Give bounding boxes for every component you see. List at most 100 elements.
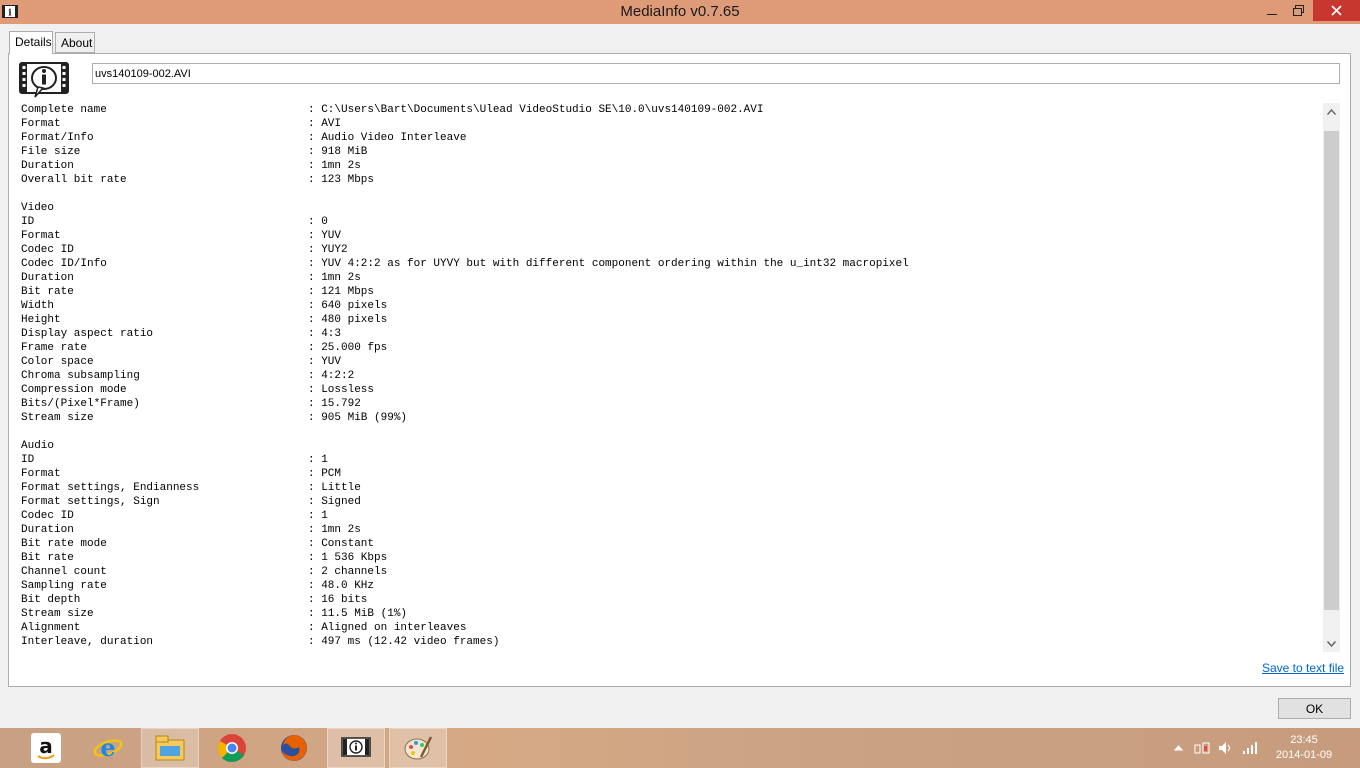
info-row: Video xyxy=(21,201,1321,215)
info-row: Complete name: C:\Users\Bart\Documents\U… xyxy=(21,103,1321,117)
info-value: : PCM xyxy=(308,468,342,480)
info-key: Format settings, Endianness xyxy=(21,482,200,494)
info-value: : Signed xyxy=(308,496,361,508)
info-value: : 4:3 xyxy=(308,328,342,340)
vertical-scrollbar[interactable] xyxy=(1323,103,1340,652)
network-tray-icon[interactable] xyxy=(1192,728,1212,768)
info-value: : 1 536 Kbps xyxy=(308,552,388,564)
info-row: Format settings, Sign : Signed xyxy=(21,495,1321,509)
restore-icon xyxy=(1292,5,1304,16)
info-key: Codec ID xyxy=(21,510,74,522)
scroll-thumb[interactable] xyxy=(1324,131,1339,610)
info-row: Codec ID/Info: YUV 4:2:2 as for UYVY but… xyxy=(21,257,1321,271)
info-key: Bit rate mode xyxy=(21,538,107,550)
info-key: Color space xyxy=(21,356,94,368)
chevron-up-icon xyxy=(1173,745,1183,751)
show-hidden-icons-button[interactable] xyxy=(1171,728,1185,768)
internet-explorer-icon[interactable]: e xyxy=(79,728,137,768)
info-row: Duration: 1mn 2s xyxy=(21,523,1321,537)
info-key: Format/Info xyxy=(21,132,94,144)
info-value: : 123 Mbps xyxy=(308,174,375,186)
info-row: Bit rate: 121 Mbps xyxy=(21,285,1321,299)
info-value: : AVI xyxy=(308,118,342,130)
info-key: Compression mode xyxy=(21,384,127,396)
info-key: Duration xyxy=(21,160,74,172)
info-value: : 0 xyxy=(308,216,328,228)
close-button[interactable] xyxy=(1313,0,1360,21)
info-value: : 121 Mbps xyxy=(308,286,375,298)
info-row: Format : AVI xyxy=(21,117,1321,131)
info-value: : 1 xyxy=(308,510,328,522)
info-row: Chroma subsampling: 4:2:2 xyxy=(21,369,1321,383)
info-key: Format xyxy=(21,468,61,480)
info-key: Format settings, Sign xyxy=(21,496,160,508)
amazon-icon[interactable]: a xyxy=(17,728,75,768)
info-row: Channel count: 2 channels xyxy=(21,565,1321,579)
info-row: Color space: YUV xyxy=(21,355,1321,369)
info-row: Bit rate mode: Constant xyxy=(21,537,1321,551)
chrome-icon[interactable] xyxy=(203,728,261,768)
info-row: Format settings, Endianness: Little xyxy=(21,481,1321,495)
title-bar: i MediaInfo v0.7.65 xyxy=(0,0,1360,24)
chevron-down-icon xyxy=(1327,640,1336,647)
info-row: Bits/(Pixel*Frame): 15.792 xyxy=(21,397,1321,411)
volume-icon[interactable] xyxy=(1216,728,1236,768)
info-row xyxy=(21,425,1321,439)
info-row: Width: 640 pixels xyxy=(21,299,1321,313)
taskbar-clock[interactable]: 23:45 2014-01-09 xyxy=(1262,733,1346,763)
paint-icon[interactable] xyxy=(389,728,447,768)
info-row: Duration : 1mn 2s xyxy=(21,159,1321,173)
restore-button[interactable] xyxy=(1285,0,1311,21)
info-value: : 497 ms (12.42 video frames) xyxy=(308,636,500,648)
info-value: : 640 pixels xyxy=(308,300,388,312)
info-value: : 480 pixels xyxy=(308,314,388,326)
scroll-down-button[interactable] xyxy=(1323,635,1340,652)
info-row: Frame rate: 25.000 fps xyxy=(21,341,1321,355)
ok-button[interactable]: OK xyxy=(1278,698,1351,719)
close-icon xyxy=(1331,5,1342,16)
mediainfo-icon[interactable] xyxy=(327,728,385,768)
tab-details[interactable]: Details xyxy=(9,31,53,54)
info-key: ID xyxy=(21,216,35,228)
minimize-icon xyxy=(1267,13,1277,15)
info-key: Complete name xyxy=(21,104,107,116)
info-row: Format : PCM xyxy=(21,467,1321,481)
info-key: Stream size xyxy=(21,412,94,424)
info-key: Interleave, duration xyxy=(21,636,154,648)
info-value: : 1 xyxy=(308,454,328,466)
tab-about[interactable]: About xyxy=(55,32,95,53)
info-row: Audio xyxy=(21,439,1321,453)
info-value: : 16 bits xyxy=(308,594,368,606)
info-row: Format/Info : Audio Video Interleave xyxy=(21,131,1321,145)
file-explorer-icon[interactable] xyxy=(141,728,199,768)
mediainfo-logo-icon xyxy=(19,62,69,98)
info-key: Audio xyxy=(21,440,55,452)
file-path-input[interactable] xyxy=(92,63,1340,84)
info-row: Display aspect ratio : 4:3 xyxy=(21,327,1321,341)
info-key: Bits/(Pixel*Frame) xyxy=(21,398,140,410)
info-value: : 905 MiB (99%) xyxy=(308,412,408,424)
svg-text:a: a xyxy=(39,734,53,758)
minimize-button[interactable] xyxy=(1258,0,1286,21)
scroll-up-button[interactable] xyxy=(1323,103,1340,120)
save-to-text-file-link[interactable]: Save to text file xyxy=(1262,661,1344,675)
info-value: : 1mn 2s xyxy=(308,160,361,172)
info-key: Format xyxy=(21,118,61,130)
info-row: Overall bit rate: 123 Mbps xyxy=(21,173,1321,187)
signal-strength-icon[interactable] xyxy=(1240,728,1260,768)
info-value: : 1mn 2s xyxy=(308,272,361,284)
info-row: Alignment : Aligned on interleaves xyxy=(21,621,1321,635)
info-value: : 918 MiB xyxy=(308,146,368,158)
info-value: : YUY2 xyxy=(308,244,348,256)
info-key: Sampling rate xyxy=(21,580,107,592)
info-key: Height xyxy=(21,314,61,326)
info-row: Codec ID : 1 xyxy=(21,509,1321,523)
info-value: : 1mn 2s xyxy=(308,524,361,536)
info-value: : Audio Video Interleave xyxy=(308,132,467,144)
info-key: Display aspect ratio xyxy=(21,328,154,340)
firefox-icon[interactable] xyxy=(265,728,323,768)
info-value: : Aligned on interleaves xyxy=(308,622,467,634)
info-key: Alignment xyxy=(21,622,81,634)
info-row: Height : 480 pixels xyxy=(21,313,1321,327)
info-row: Interleave, duration : 497 ms (12.42 vide… xyxy=(21,635,1321,649)
